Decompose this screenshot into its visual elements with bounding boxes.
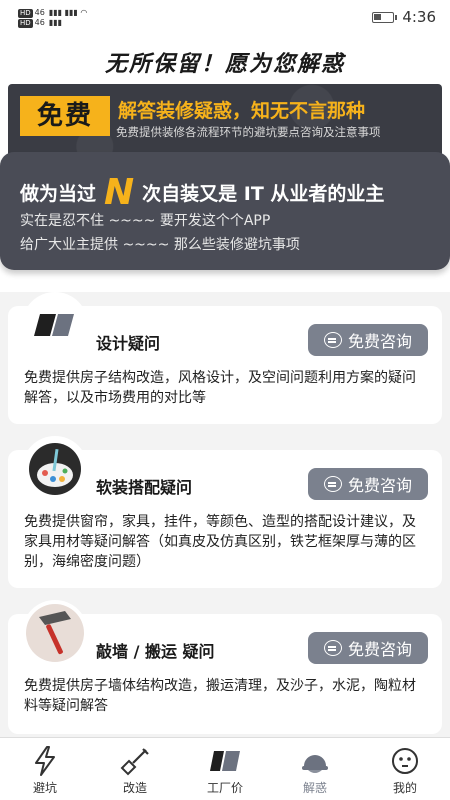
- lightning-icon: [28, 744, 62, 778]
- chat-icon: [323, 332, 342, 348]
- card-description: 免费提供房子墙体结构改造，搬运清理，及沙子，水泥，陶粒材料等疑问解答: [24, 678, 416, 714]
- panel-headline: 做为当过 N 次自装又是 IT 从业者的业主: [20, 172, 384, 213]
- nav-item-factory-price[interactable]: 工厂价: [180, 738, 270, 800]
- free-banner: 免费 解答装修疑惑，知无不言那种 免费提供装修各流程环节的避坑要点咨询及注意事项: [8, 84, 442, 162]
- free-consult-button[interactable]: 免费咨询: [308, 632, 428, 664]
- card-title: 软装搭配疑问: [96, 478, 193, 497]
- card-description: 免费提供房子结构改造，风格设计，及空间问题利用方案的疑问解答，以及市场费用的对比…: [24, 370, 416, 406]
- bottom-nav: 避坑 改造 工厂价 解惑 我的: [0, 737, 450, 800]
- banner-headline: 解答装修疑惑，知无不言那种: [118, 100, 366, 122]
- big-n: N: [104, 172, 135, 213]
- nav-label: 改造: [122, 781, 147, 795]
- panel-pre: 做为当过: [20, 183, 97, 205]
- consult-label: 免费咨询: [347, 640, 412, 659]
- chat-icon: [323, 476, 342, 492]
- panel-line-2: 给广大业主提供 ~~~~ 那么些装修避坑事项: [20, 237, 300, 253]
- wifi-icon: ◠: [80, 8, 88, 17]
- panel-post: 次自装又是 IT 从业者的业主: [142, 183, 385, 205]
- nav-label: 工厂价: [206, 781, 243, 795]
- card-title: 设计疑问: [96, 334, 161, 353]
- consult-label: 免费咨询: [347, 332, 412, 351]
- nav-item-mine[interactable]: 我的: [360, 738, 450, 800]
- nav-label: 我的: [392, 781, 417, 795]
- signal-label: 46: [34, 8, 45, 17]
- nav-item-renovate[interactable]: 改造: [90, 738, 180, 800]
- nav-item-avoid-pitfalls[interactable]: 避坑: [0, 738, 90, 800]
- signal-indicators: HD 46 ▮▮▮ ▮▮▮ ◠ HD 46 ▮▮▮: [18, 8, 88, 28]
- battery-icon: [372, 11, 398, 23]
- hd-badge: HD: [18, 9, 33, 18]
- shovel-icon: [118, 744, 152, 778]
- card-soft-furnishing: 软装搭配疑问 免费咨询 免费提供窗帘，家具，挂件，等颜色、造型的搭配设计建议，及…: [8, 436, 442, 588]
- banner-subline: 免费提供装修各流程环节的避坑要点咨询及注意事项: [116, 125, 381, 139]
- free-badge: 免费: [20, 96, 110, 136]
- hero-section: 无所保留！愿为您解惑 免费 解答装修疑惑，知无不言那种 免费提供装修各流程环节的…: [0, 34, 450, 292]
- signal-label-2: 46: [34, 18, 45, 27]
- chat-icon: [323, 640, 342, 656]
- intro-panel: 做为当过 N 次自装又是 IT 从业者的业主 实在是忍不住 ~~~~ 要开发这个个A…: [0, 152, 450, 270]
- design-swatch-icon: [22, 292, 88, 358]
- factory-icon: [208, 744, 242, 778]
- clock: 4:36: [402, 8, 436, 26]
- consult-label: 免费咨询: [347, 476, 412, 495]
- hammer-icon: [22, 600, 88, 666]
- card-description: 免费提供窗帘，家具，挂件，等颜色、造型的搭配设计建议，及家具用材等疑问解答（如真…: [24, 514, 416, 570]
- free-consult-button[interactable]: 免费咨询: [308, 324, 428, 356]
- panel-line-1: 实在是忍不住 ~~~~ 要开发这个个APP: [20, 213, 271, 229]
- card-demolition: 敲墙 / 搬运 疑问 免费咨询 免费提供房子墙体结构改造，搬运清理，及沙子，水泥…: [8, 600, 442, 734]
- face-icon: [388, 744, 422, 778]
- hero-title: 无所保留！愿为您解惑: [104, 52, 345, 77]
- card-title: 敲墙 / 搬运 疑问: [96, 642, 215, 661]
- free-consult-button[interactable]: 免费咨询: [308, 468, 428, 500]
- nav-item-answers[interactable]: 解惑: [270, 738, 360, 800]
- status-bar: HD 46 ▮▮▮ ▮▮▮ ◠ HD 46 ▮▮▮ 4:36: [0, 0, 450, 34]
- paint-palette-icon: [22, 436, 88, 502]
- helmet-icon: [298, 744, 332, 778]
- nav-label: 避坑: [32, 781, 57, 795]
- nav-label: 解惑: [302, 781, 327, 795]
- card-design: 设计疑问 免费咨询 免费提供房子结构改造，风格设计，及空间问题利用方案的疑问解答…: [8, 292, 442, 424]
- hd-badge-2: HD: [18, 19, 33, 28]
